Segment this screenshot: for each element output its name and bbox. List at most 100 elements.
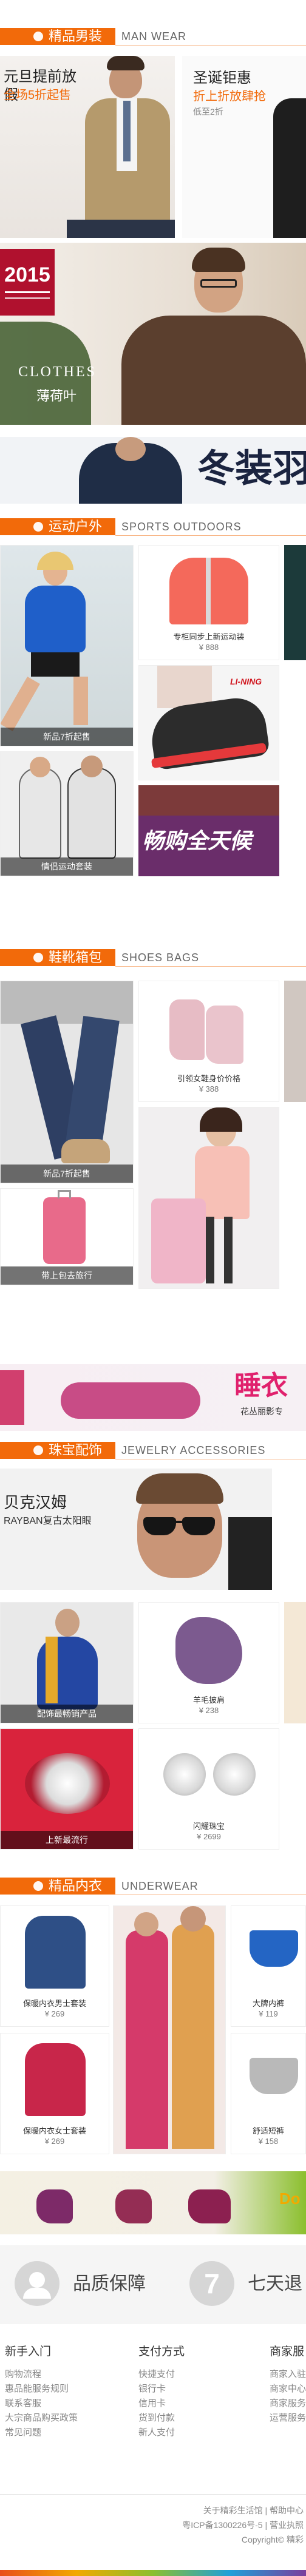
shoe-strip xyxy=(138,785,279,816)
model-coat xyxy=(228,1517,272,1590)
product-price: ¥ 888 xyxy=(199,643,219,652)
tile-caption: 新品7折起售 xyxy=(1,728,133,746)
model-hair xyxy=(192,248,245,272)
product-card[interactable]: 引领女鞋身价价格 ¥ 388 xyxy=(138,981,279,1102)
footer-link[interactable]: 商家入驻 xyxy=(270,2367,306,2382)
model-leg xyxy=(206,1217,214,1283)
footer-copyright: Copyright© 精彩 xyxy=(241,2535,304,2544)
winter-text: 冬装羽 xyxy=(197,448,306,490)
footer-links: 新手入门 购物流程 惠品能服务规则 联系客服 大宗商品购买政策 常见问题 支付方… xyxy=(0,2342,306,2494)
model-leg xyxy=(1,677,40,731)
shoes-side-image[interactable] xyxy=(284,981,306,1102)
product-card[interactable]: 保暖内衣女士套装 ¥ 269 xyxy=(0,2033,109,2154)
tile-caption: 新品7折起售 xyxy=(1,1165,133,1183)
boots-banner[interactable]: Do xyxy=(0,2171,306,2234)
footer-link[interactable]: 信用卡 xyxy=(138,2396,260,2411)
product-name: 专柜同步上新运动装 xyxy=(173,632,245,641)
footer-link[interactable]: 购物流程 xyxy=(5,2367,126,2382)
pajama-image xyxy=(25,1916,86,1989)
section-header-sports: 运动户外 SPORTS OUTDOORS xyxy=(0,515,306,539)
footer-link[interactable]: 银行卡 xyxy=(138,2382,260,2396)
jewelry-tile-1[interactable]: 配饰最畅销产品 xyxy=(0,1602,134,1723)
boot-image xyxy=(188,2189,231,2223)
banner-note: 低至2折 xyxy=(193,107,223,117)
shoes-tile-2[interactable]: 带上包去旅行 xyxy=(0,1188,134,1285)
winter-banner[interactable]: 冬装羽 xyxy=(0,437,306,504)
model-hair xyxy=(200,1107,242,1132)
suitcase-handle xyxy=(58,1190,71,1198)
men-promo-banner[interactable]: 2015 CLOTHES 薄荷叶 xyxy=(0,243,306,425)
footer-link[interactable]: 货到付款 xyxy=(138,2411,260,2426)
model-hair xyxy=(37,552,73,570)
guarantee-strip: 品质保障 7 七天退 xyxy=(0,2245,306,2324)
jewelry-banner[interactable]: 贝克汉姆 RAYBAN复古太阳眼 xyxy=(0,1469,272,1590)
section-subtitle: SHOES BAGS xyxy=(121,952,200,964)
footer-link[interactable]: 新人支付 xyxy=(138,2426,260,2440)
product-name: 大牌内裤 xyxy=(252,1999,284,2008)
men-banner-1[interactable]: 元旦提前放假 全场5折起售 xyxy=(0,56,175,238)
men-banner-2[interactable]: 圣诞钜惠 折上折放肆抢 低至2折 xyxy=(182,56,306,238)
footer-link[interactable]: 商家服务 xyxy=(270,2396,306,2411)
footer-link[interactable]: 大宗商品购买政策 xyxy=(5,2411,126,2426)
shoes-tile-1[interactable]: 新品7折起售 xyxy=(0,981,134,1183)
footer-link[interactable]: 常见问题 xyxy=(5,2426,126,2440)
model-top xyxy=(25,586,86,652)
jewelry-side-image[interactable] xyxy=(284,1602,306,1723)
model-jeans xyxy=(67,220,175,238)
boot-image xyxy=(115,2189,152,2223)
quality-icon-inner xyxy=(29,2272,45,2288)
footer-link[interactable]: 快捷支付 xyxy=(138,2367,260,2382)
footer-color-bar xyxy=(0,2570,306,2576)
shorts-image xyxy=(250,2058,298,2094)
banner-subline: RAYBAN复古太阳眼 xyxy=(4,1516,92,1526)
product-name: 引领女鞋身价价格 xyxy=(177,1074,240,1083)
lining-shoe-tile[interactable]: LI-NING xyxy=(138,665,279,780)
underwear-feature[interactable] xyxy=(113,1905,226,2154)
footer-link[interactable]: 联系客服 xyxy=(5,2396,126,2411)
suitcase-tile[interactable] xyxy=(138,1107,279,1289)
footer-about-links[interactable]: 关于精彩生活馆 | 帮助中心 xyxy=(0,2503,304,2518)
section-subtitle: MAN WEAR xyxy=(121,30,186,42)
product-name: 舒适短裤 xyxy=(252,2126,284,2135)
leg-image xyxy=(157,666,212,708)
product-card[interactable]: 闪耀珠宝 ¥ 2699 xyxy=(138,1728,279,1850)
product-card[interactable]: 大牌内裤 ¥ 119 xyxy=(231,1905,306,2027)
briefs-image xyxy=(250,1930,298,1967)
model-head xyxy=(55,1609,80,1637)
footer-link[interactable]: 运营服务 xyxy=(270,2411,306,2426)
footer-link[interactable]: 商家中心 xyxy=(270,2382,306,2396)
model-shorts xyxy=(31,652,80,677)
slogan-text: 畅购全天候 xyxy=(142,828,252,853)
product-card[interactable]: 保暖内衣男士套装 ¥ 269 xyxy=(0,1905,109,2027)
model-hair xyxy=(136,1473,223,1504)
sports-slogan-banner[interactable]: 畅购全天候 xyxy=(138,785,279,876)
sports-tile-1[interactable]: 新品7折起售 xyxy=(0,545,134,746)
footer-column-title: 支付方式 xyxy=(138,2345,185,2358)
return-icon: 7 xyxy=(189,2261,234,2306)
jewelry-tile-2[interactable]: 上新最流行 xyxy=(0,1728,134,1850)
sports-side-image[interactable] xyxy=(284,545,306,660)
model-coat xyxy=(273,98,306,238)
return-icon-number: 7 xyxy=(204,2268,220,2299)
section-divider xyxy=(115,535,306,536)
footer-column: 商家服 商家入驻 商家中心 商家服务 运营服务 xyxy=(270,2342,306,2426)
glasses-icon xyxy=(200,279,237,288)
sports-tile-2[interactable]: 情侣运动套装 xyxy=(0,751,134,876)
model-pajama xyxy=(126,1930,168,2149)
tile-caption: 情侣运动套装 xyxy=(1,857,133,876)
suitcase-image xyxy=(43,1197,86,1264)
product-card[interactable]: 专柜同步上新运动装 ¥ 888 xyxy=(138,545,279,660)
sunglasses-bridge xyxy=(176,1521,183,1523)
footer-link[interactable]: 惠品能服务规则 xyxy=(5,2382,126,2396)
year-badge: 2015 xyxy=(0,249,55,316)
tile-caption: 上新最流行 xyxy=(1,1831,133,1849)
footer-divider xyxy=(0,2494,306,2495)
product-card[interactable]: 羊毛披肩 ¥ 238 xyxy=(138,1602,279,1723)
quality-icon xyxy=(15,2261,59,2306)
pajama-banner[interactable]: 睡衣 花丛丽影专 xyxy=(0,1364,306,1431)
banner-subline: 全场5折起售 xyxy=(4,89,72,102)
product-card[interactable]: 舒适短裤 ¥ 158 xyxy=(231,2033,306,2154)
section-title: 珠宝配饰 xyxy=(0,1442,115,1459)
section-subtitle: UNDERWEAR xyxy=(121,1880,199,1892)
badge-rule xyxy=(5,291,50,293)
